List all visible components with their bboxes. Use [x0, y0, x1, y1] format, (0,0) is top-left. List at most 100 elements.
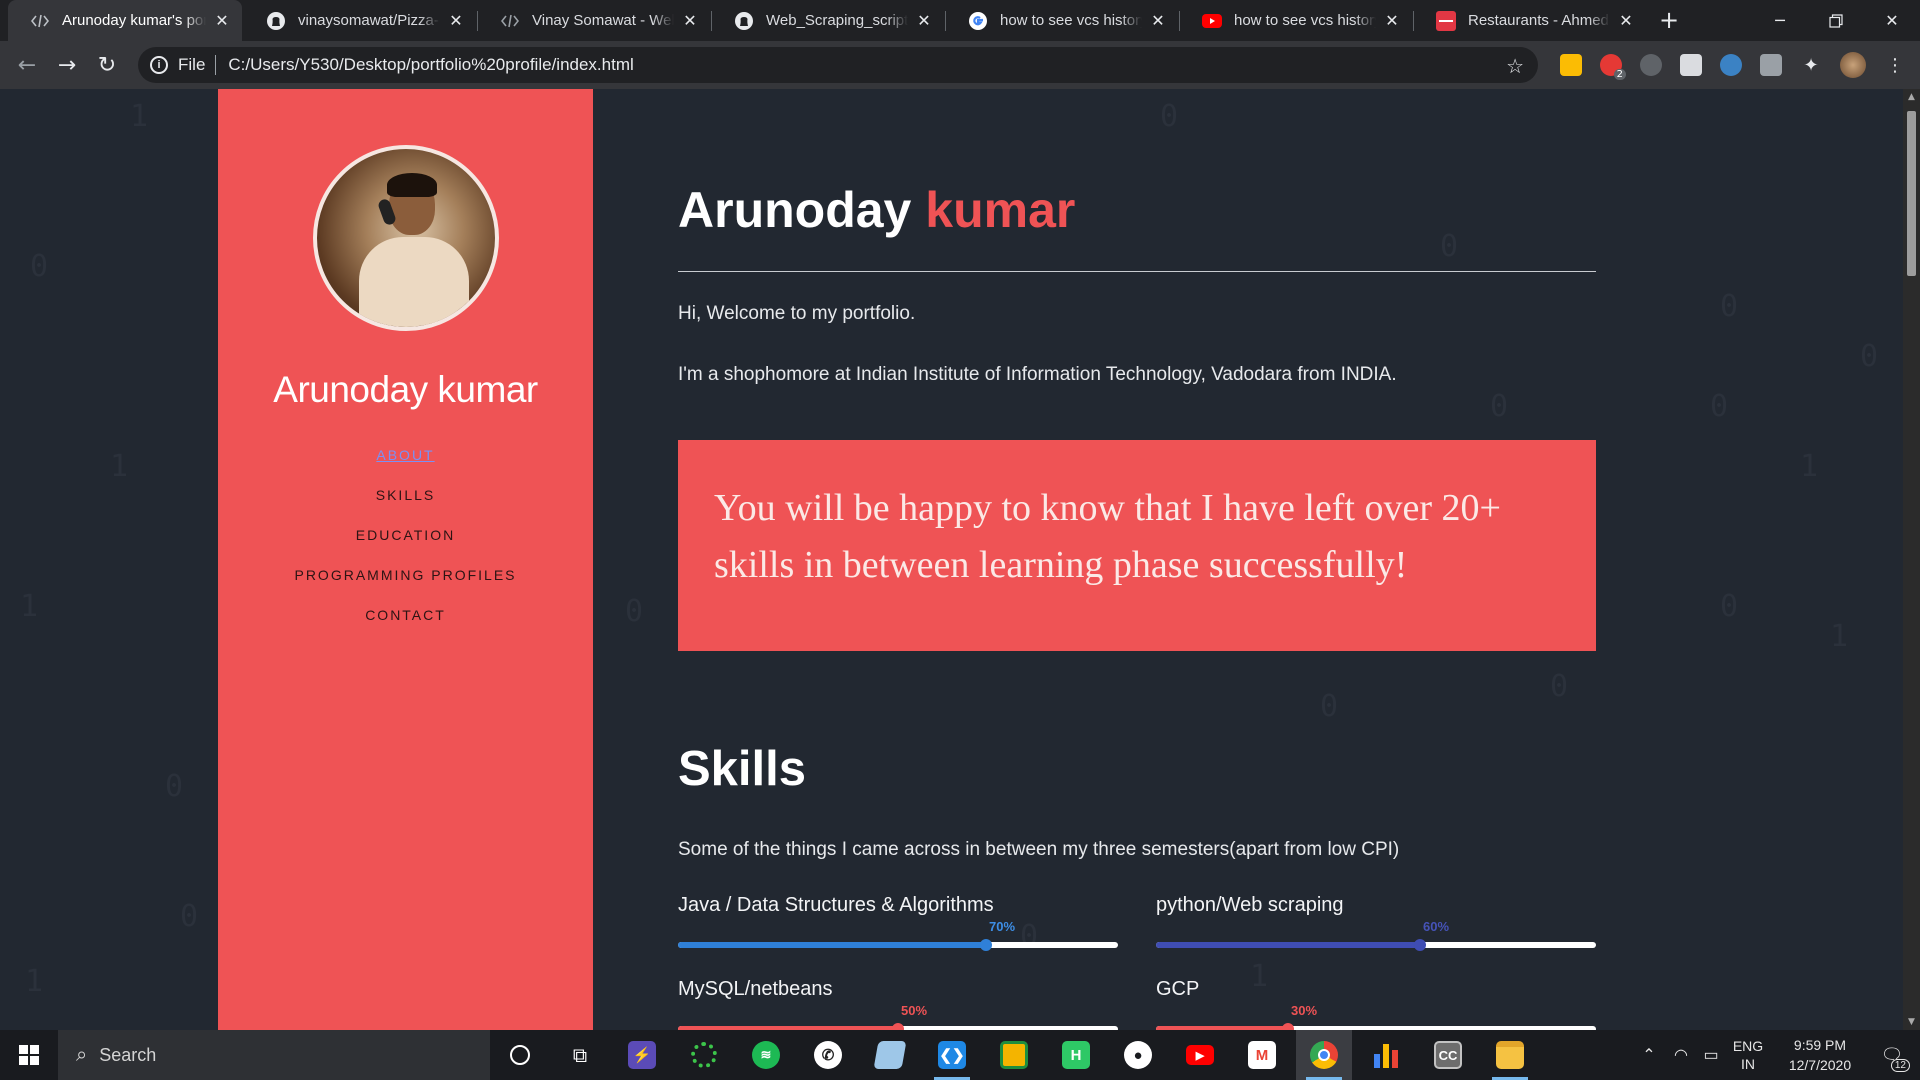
skill-percent: 30% — [1291, 1003, 1318, 1018]
minimize-button[interactable]: ─ — [1752, 0, 1808, 41]
cortana-icon — [510, 1045, 530, 1065]
spotify-icon: ≋ — [752, 1041, 780, 1069]
scroll-up-icon[interactable]: ▲ — [1903, 89, 1920, 105]
cortana-button[interactable] — [492, 1030, 548, 1080]
bookmark-star-icon[interactable]: ☆ — [1506, 54, 1524, 79]
scroll-down-icon[interactable]: ▼ — [1903, 1014, 1920, 1030]
taskbar-cc-app[interactable]: CC — [1420, 1030, 1476, 1080]
close-tab-icon[interactable]: ✕ — [1616, 11, 1636, 31]
app-ring-icon — [691, 1042, 717, 1068]
tab-pizza-order[interactable]: vinaysomawat/Pizza-Order ✕ — [244, 0, 476, 41]
tray-wifi[interactable]: ◠ — [1668, 1030, 1694, 1080]
nav-item-programming-profiles[interactable]: PROGRAMMING PROFILES — [218, 555, 593, 595]
language-code: ENG — [1732, 1038, 1764, 1054]
taskbar-github[interactable]: ● — [1110, 1030, 1166, 1080]
tab-portfolio[interactable]: Arunoday kumar's portfolio ✕ — [8, 0, 242, 41]
close-tab-icon[interactable]: ✕ — [446, 11, 466, 31]
tab-vinay-somawat[interactable]: Vinay Somawat - Web Developer ✕ — [478, 0, 710, 41]
task-view-button[interactable]: ⧉ — [552, 1030, 608, 1080]
notification-center-button[interactable]: 🗨 12 — [1872, 1030, 1912, 1080]
close-tab-icon[interactable]: ✕ — [1382, 11, 1402, 31]
close-icon: ✕ — [1885, 11, 1899, 30]
tab-title: vinaysomawat/Pizza-Order — [298, 12, 440, 29]
forward-button[interactable]: → — [50, 48, 84, 82]
back-button[interactable]: ← — [10, 48, 44, 82]
close-tab-icon[interactable]: ✕ — [212, 11, 232, 31]
extension-highlighter-icon[interactable] — [1560, 54, 1582, 76]
start-button[interactable] — [0, 1030, 58, 1080]
skill-name: MySQL/netbeans — [678, 978, 833, 1000]
taskbar-chrome[interactable] — [1296, 1030, 1352, 1080]
tab-google-search[interactable]: how to see vcs history ✕ — [946, 0, 1178, 41]
wifi-icon: ◠ — [1674, 1047, 1688, 1064]
nav-item-contact[interactable]: CONTACT — [218, 595, 593, 635]
skill-percent: 60% — [1423, 919, 1450, 934]
extension-document-icon[interactable] — [1680, 54, 1702, 76]
skill-bar-knob — [1282, 1023, 1294, 1030]
close-tab-icon[interactable]: ✕ — [680, 11, 700, 31]
address-url[interactable]: C:/Users/Y530/Desktop/portfolio%20profil… — [228, 55, 633, 75]
taskbar-charts[interactable] — [1358, 1030, 1414, 1080]
browser-toolbar: ← → ↻ i File C:/Users/Y530/Desktop/portf… — [0, 41, 1920, 89]
close-tab-icon[interactable]: ✕ — [1148, 11, 1168, 31]
google-classroom-icon — [1000, 1041, 1028, 1069]
tray-clock[interactable]: 9:59 PM 12/7/2020 — [1772, 1030, 1868, 1080]
tab-title: how to see vcs history — [1234, 12, 1376, 29]
profile-avatar[interactable] — [1840, 52, 1866, 78]
task-view-icon: ⧉ — [572, 1043, 588, 1067]
search-icon: ⌕ — [76, 1043, 88, 1066]
skill-bar-knob — [980, 939, 992, 951]
nav-label[interactable]: ABOUT — [376, 447, 434, 463]
info-icon[interactable]: i — [150, 56, 168, 74]
taskbar-app-ring[interactable] — [676, 1030, 732, 1080]
reload-button[interactable]: ↻ — [90, 48, 124, 82]
taskbar-search-placeholder: Search — [99, 1044, 157, 1065]
taskbar-gmail[interactable]: M — [1234, 1030, 1290, 1080]
restore-button[interactable] — [1808, 0, 1864, 41]
taskbar-app-bolt[interactable]: ⚡ — [614, 1030, 670, 1080]
extension-copy-icon[interactable] — [1760, 54, 1782, 76]
tray-overflow-button[interactable]: ⌃ — [1636, 1030, 1662, 1080]
quote-text: You will be happy to know that I have le… — [714, 487, 1501, 586]
extension-globe-icon[interactable] — [1640, 54, 1662, 76]
taskbar-hackerrank[interactable]: H — [1048, 1030, 1104, 1080]
nav-item-skills[interactable]: SKILLS — [218, 475, 593, 515]
skills-heading: Skills — [678, 742, 807, 796]
extensions-puzzle-icon[interactable]: ✦ — [1800, 54, 1822, 76]
taskbar-whatsapp[interactable]: ✆ — [800, 1030, 856, 1080]
taskbar-classroom[interactable] — [986, 1030, 1042, 1080]
clock-date: 12/7/2020 — [1788, 1057, 1852, 1073]
scrollbar-thumb[interactable] — [1907, 111, 1916, 276]
extension-search-icon[interactable] — [1720, 54, 1742, 76]
nav-item-education[interactable]: EDUCATION — [218, 515, 593, 555]
taskbar-spotify[interactable]: ≋ — [738, 1030, 794, 1080]
taskbar-file-explorer[interactable] — [1482, 1030, 1538, 1080]
taskbar-notes[interactable] — [862, 1030, 918, 1080]
close-window-button[interactable]: ✕ — [1864, 0, 1920, 41]
taskbar-search[interactable]: ⌕ Search — [58, 1030, 490, 1080]
skills-intro: Some of the things I came across in betw… — [678, 839, 1400, 860]
extension-adblock-icon[interactable]: 2 — [1600, 54, 1626, 80]
nav-item-about[interactable]: ABOUT — [218, 435, 593, 475]
tab-web-scraping[interactable]: Web_Scraping_scripts/ ✕ — [712, 0, 944, 41]
tray-language[interactable]: ENG IN — [1728, 1030, 1768, 1080]
tab-youtube[interactable]: how to see vcs history ✕ — [1180, 0, 1412, 41]
taskbar-vscode[interactable]: ❮❯ — [924, 1030, 980, 1080]
new-tab-button[interactable]: + — [1655, 6, 1683, 34]
page-scrollbar[interactable]: ▲ ▼ — [1903, 89, 1920, 1030]
quote-box: You will be happy to know that I have le… — [678, 440, 1596, 651]
nav-label[interactable]: SKILLS — [376, 487, 435, 503]
address-bar[interactable]: i File C:/Users/Y530/Desktop/portfolio%2… — [138, 47, 1538, 83]
cc-app-icon: CC — [1434, 1041, 1462, 1069]
nav-label[interactable]: PROGRAMMING PROFILES — [294, 567, 516, 583]
tray-battery[interactable]: ▭ — [1698, 1030, 1724, 1080]
taskbar-youtube[interactable]: ▶ — [1172, 1030, 1228, 1080]
nav-label[interactable]: CONTACT — [365, 607, 446, 623]
menu-kebab-icon[interactable]: ⋮ — [1884, 54, 1906, 76]
tab-title: Arunoday kumar's portfolio — [62, 12, 206, 29]
tab-restaurants[interactable]: Restaurants - Ahmedabad ✕ — [1414, 0, 1646, 41]
windows-taskbar: ⌕ Search ⧉ ⚡ ≋ ✆ ❮❯ H ● ▶ M CC ⌃ ◠ ▭ ENG… — [0, 1030, 1920, 1080]
github-icon — [734, 11, 754, 31]
nav-label[interactable]: EDUCATION — [356, 527, 455, 543]
close-tab-icon[interactable]: ✕ — [914, 11, 934, 31]
